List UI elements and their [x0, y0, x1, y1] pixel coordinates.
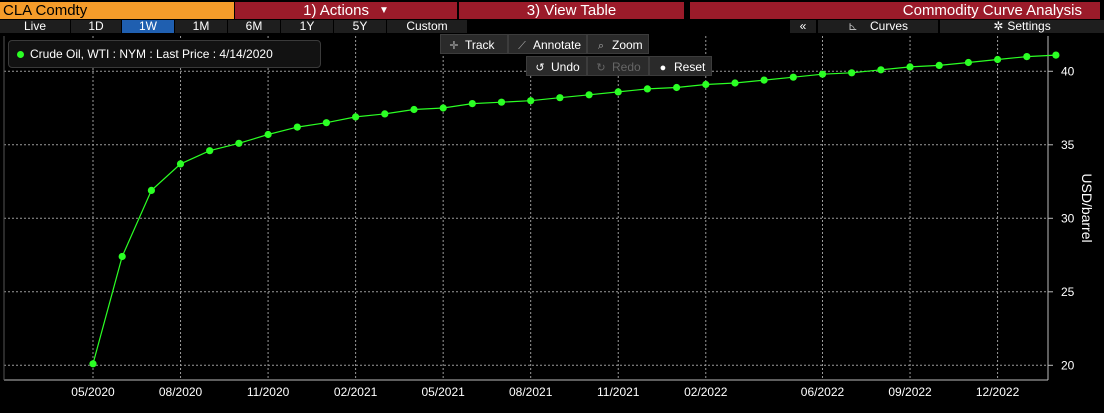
data-point[interactable] — [527, 97, 535, 105]
series-points — [89, 51, 1060, 368]
data-point[interactable] — [848, 69, 856, 77]
data-point[interactable] — [702, 80, 710, 89]
data-point[interactable] — [468, 100, 476, 108]
axes — [3, 36, 1053, 381]
series-line — [92, 54, 1056, 364]
data-point[interactable] — [1052, 51, 1060, 59]
x-tick-label: 11/2021 — [597, 385, 640, 399]
data-point[interactable] — [760, 76, 768, 84]
y-axis-label: USD/barrel — [1079, 173, 1095, 242]
x-tick-label: 05/2020 — [71, 385, 115, 399]
reset-dot-icon: ● — [659, 62, 667, 74]
data-point[interactable] — [731, 79, 739, 87]
y-tick-label: 20 — [1061, 358, 1075, 372]
x-tick-label: 02/2021 — [334, 385, 378, 399]
x-tick-label: 02/2022 — [684, 385, 728, 399]
redo-button[interactable]: ↻ Redo — [587, 56, 649, 76]
data-point[interactable] — [147, 186, 155, 194]
y-tick-label: 35 — [1061, 138, 1075, 152]
reset-label: Reset — [674, 60, 706, 74]
x-tick-label: 08/2020 — [159, 385, 203, 399]
data-point[interactable] — [322, 119, 330, 127]
data-point[interactable] — [877, 66, 885, 74]
data-point[interactable] — [352, 113, 360, 121]
data-point[interactable] — [118, 252, 126, 261]
x-tick-label: 05/2021 — [421, 385, 465, 399]
x-tick-label: 12/2022 — [976, 385, 1020, 399]
data-point[interactable] — [264, 130, 272, 139]
data-point[interactable] — [643, 85, 652, 93]
data-point[interactable] — [497, 98, 506, 106]
data-point[interactable] — [293, 123, 301, 131]
legend-label: Crude Oil, WTI : NYM : Last Price : 4/14… — [30, 47, 273, 61]
data-point[interactable] — [614, 88, 622, 96]
x-tick-label: 06/2022 — [801, 385, 845, 399]
zoom-label: Zoom — [612, 38, 643, 52]
data-point[interactable] — [410, 105, 418, 114]
data-point[interactable] — [994, 55, 1002, 64]
data-point[interactable] — [381, 110, 389, 118]
grid-lines — [4, 36, 1048, 380]
data-point[interactable] — [439, 104, 447, 112]
zoom-button[interactable]: ⌕ Zoom — [587, 34, 649, 54]
magnifier-icon: ⌕ — [597, 40, 605, 52]
x-tick-labels: 05/2020 08/2020 11/2020 02/2021 05/2021 08/20… — [71, 385, 1019, 399]
undo-icon: ↺ — [535, 62, 545, 74]
data-point[interactable] — [906, 63, 914, 71]
redo-icon: ↻ — [596, 62, 606, 74]
track-label: Track — [465, 38, 495, 52]
annotate-button[interactable]: ⟋ Annotate — [508, 34, 587, 54]
legend[interactable]: Crude Oil, WTI : NYM : Last Price : 4/14… — [8, 40, 321, 68]
x-tick-label: 09/2022 — [888, 385, 932, 399]
y-tick-labels: 20 25 30 35 40 — [1061, 64, 1075, 372]
x-tick-label: 11/2020 — [247, 385, 290, 399]
redo-label: Redo — [612, 60, 641, 74]
data-point[interactable] — [964, 58, 973, 67]
data-point[interactable] — [206, 147, 214, 155]
data-point[interactable] — [789, 73, 797, 81]
data-point[interactable] — [235, 139, 243, 147]
data-point[interactable] — [585, 91, 593, 99]
crosshair-icon: ✛ — [449, 40, 459, 52]
undo-label: Undo — [551, 60, 580, 74]
annotate-label: Annotate — [533, 38, 582, 52]
legend-dot-icon — [17, 51, 24, 58]
data-point[interactable] — [176, 160, 185, 168]
reset-button[interactable]: ● Reset — [649, 56, 712, 76]
data-point[interactable] — [1023, 53, 1031, 61]
data-point[interactable] — [89, 360, 97, 368]
x-tick-label: 08/2021 — [509, 385, 553, 399]
data-point[interactable] — [556, 94, 564, 102]
undo-button[interactable]: ↺ Undo — [526, 56, 587, 76]
y-tick-label: 25 — [1061, 285, 1075, 299]
pencil-icon: ⟋ — [518, 40, 526, 52]
y-tick-label: 40 — [1061, 64, 1075, 78]
y-tick-label: 30 — [1061, 211, 1075, 225]
data-point[interactable] — [818, 70, 827, 78]
track-button[interactable]: ✛ Track — [440, 34, 508, 54]
data-point[interactable] — [935, 61, 943, 69]
data-point[interactable] — [673, 83, 681, 92]
